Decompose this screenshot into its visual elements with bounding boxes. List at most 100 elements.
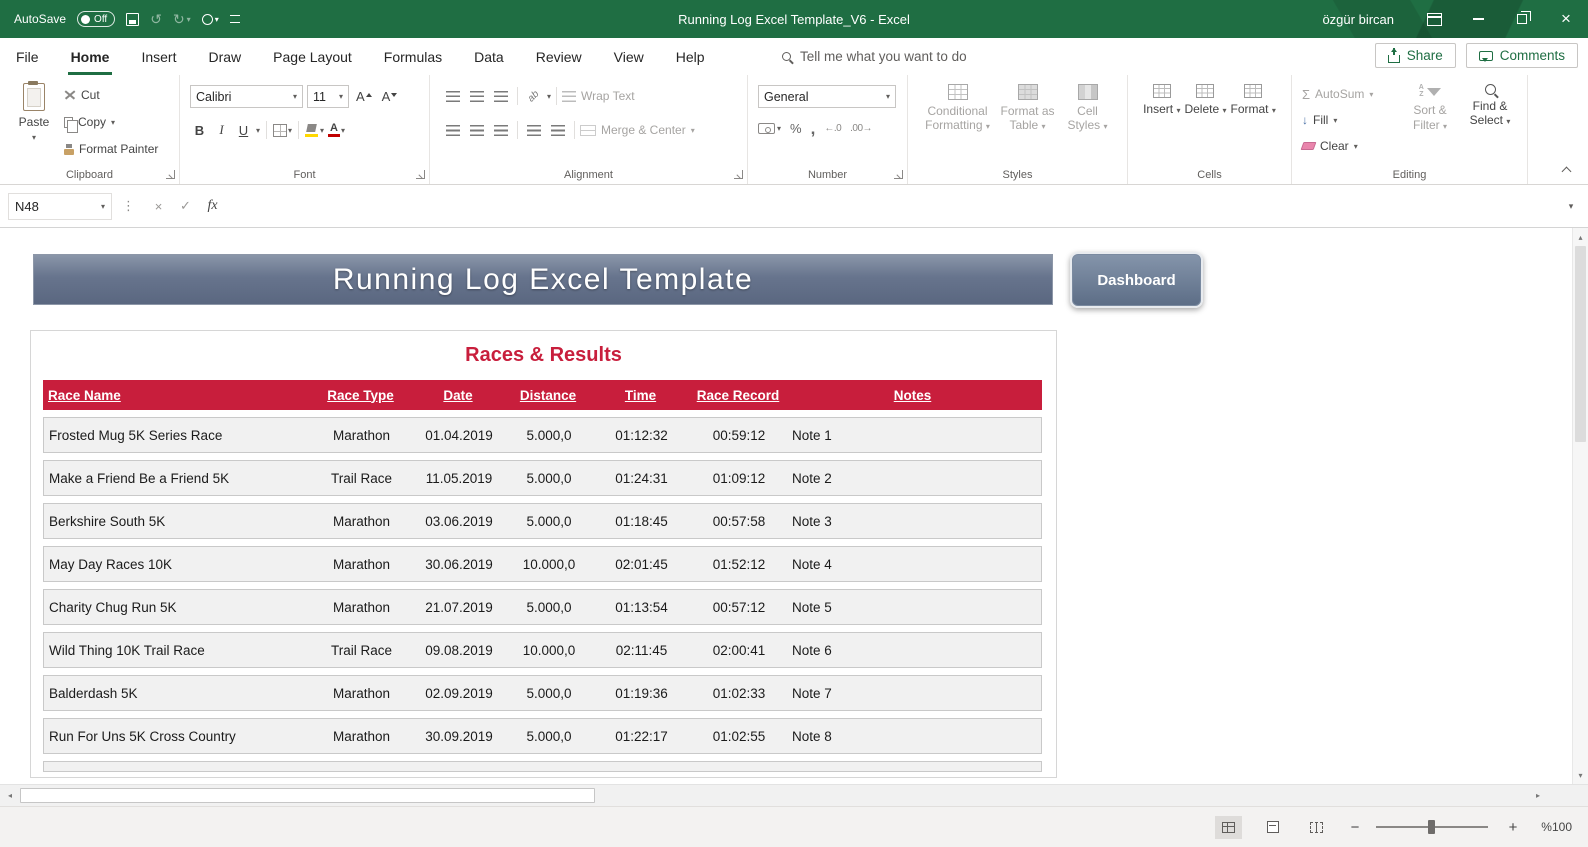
page-layout-view-button[interactable] [1259, 816, 1286, 839]
table-row[interactable]: Run For Uns 5K Cross Country Marathon 30… [43, 718, 1042, 754]
underline-button[interactable]: U [234, 119, 253, 141]
horizontal-scrollbar[interactable]: ◂ ▸ [0, 784, 1588, 806]
date-cell[interactable]: 30.09.2019 [409, 729, 509, 744]
align-bottom-button[interactable] [490, 85, 512, 107]
worksheet[interactable]: Running Log Excel Template Dashboard Rac… [0, 228, 1572, 784]
time-cell[interactable]: 02:01:45 [589, 557, 694, 572]
merge-center-button[interactable]: Merge & Center ▾ [580, 120, 695, 140]
distance-cell[interactable]: 5.000,0 [509, 471, 589, 486]
race-name-cell[interactable]: Make a Friend Be a Friend 5K [44, 471, 314, 486]
distance-cell[interactable]: 5.000,0 [509, 428, 589, 443]
sort-filter-button[interactable]: AZ Sort & Filter ▾ [1404, 84, 1456, 132]
race-name-cell[interactable]: Frosted Mug 5K Series Race [44, 428, 314, 443]
minimize-button[interactable] [1456, 0, 1500, 38]
comma-style-button[interactable]: , [811, 120, 816, 137]
insert-function-button[interactable]: fx [199, 193, 226, 220]
race-record-cell[interactable]: 01:52:12 [694, 557, 784, 572]
increase-indent-button[interactable] [547, 119, 569, 141]
time-cell[interactable]: 01:12:32 [589, 428, 694, 443]
format-painter-button[interactable]: Format Painter [64, 139, 158, 159]
enter-button[interactable]: ✓ [172, 193, 199, 220]
font-dialog-launcher-icon[interactable] [416, 170, 425, 179]
race-record-cell[interactable]: 02:00:41 [694, 643, 784, 658]
accounting-format-button[interactable]: ▾ [758, 123, 781, 134]
table-row[interactable]: Frosted Mug 5K Series Race Marathon 01.0… [43, 417, 1042, 453]
conditional-formatting-button[interactable]: Conditional Formatting ▾ [925, 84, 991, 133]
table-row[interactable]: Wild Thing 10K Trail Race Trail Race 09.… [43, 632, 1042, 668]
autosave-toggle[interactable]: Off [77, 11, 116, 27]
align-right-button[interactable] [490, 119, 512, 141]
tab-formulas[interactable]: Formulas [368, 38, 458, 75]
race-type-cell[interactable]: Trail Race [314, 643, 409, 658]
cell-styles-button[interactable]: Cell Styles ▾ [1065, 84, 1111, 133]
format-cells-button[interactable]: Format ▾ [1231, 84, 1276, 116]
notes-cell[interactable]: Note 4 [784, 557, 1038, 572]
increase-font-size-button[interactable]: A [353, 89, 375, 104]
increase-decimal-button[interactable]: ←.0 [824, 123, 841, 134]
dashboard-button[interactable]: Dashboard [1070, 252, 1203, 308]
name-box[interactable]: N48 ▾ [8, 192, 112, 220]
notes-cell[interactable]: Note 5 [784, 600, 1038, 615]
tab-data[interactable]: Data [458, 38, 520, 75]
tab-page-layout[interactable]: Page Layout [257, 38, 368, 75]
cancel-button[interactable]: × [145, 193, 172, 220]
distance-cell[interactable]: 5.000,0 [509, 686, 589, 701]
autosum-button[interactable]: Σ AutoSum ▾ [1302, 84, 1373, 104]
notes-cell[interactable]: Note 7 [784, 686, 1038, 701]
table-row[interactable]: Make a Friend Be a Friend 5K Trail Race … [43, 460, 1042, 496]
race-type-cell[interactable]: Marathon [314, 428, 409, 443]
tab-view[interactable]: View [598, 38, 660, 75]
fill-button[interactable]: ↓ Fill ▾ [1302, 110, 1373, 130]
find-select-button[interactable]: Find & Select ▾ [1462, 84, 1518, 128]
race-name-cell[interactable]: Run For Uns 5K Cross Country [44, 729, 314, 744]
alignment-dialog-launcher-icon[interactable] [734, 170, 743, 179]
orientation-button[interactable]: ab [523, 85, 545, 107]
tell-me-box[interactable]: Tell me what you want to do [782, 38, 967, 75]
align-left-button[interactable] [442, 119, 464, 141]
time-cell[interactable]: 01:18:45 [589, 514, 694, 529]
date-cell[interactable]: 01.04.2019 [409, 428, 509, 443]
race-name-cell[interactable]: May Day Races 10K [44, 557, 314, 572]
table-row[interactable]: May Day Races 10K Marathon 30.06.2019 10… [43, 546, 1042, 582]
tab-home[interactable]: Home [55, 38, 126, 75]
redo-button[interactable]: ↻ ▾ [173, 11, 191, 28]
page-break-view-button[interactable] [1303, 816, 1330, 839]
distance-cell[interactable]: 5.000,0 [509, 514, 589, 529]
italic-button[interactable]: I [212, 119, 231, 141]
zoom-slider-thumb[interactable] [1428, 820, 1435, 834]
save-button[interactable] [126, 12, 140, 26]
distance-cell[interactable]: 10.000,0 [509, 643, 589, 658]
notes-cell[interactable]: Note 3 [784, 514, 1038, 529]
vertical-scrollbar-thumb[interactable] [1575, 246, 1586, 442]
race-record-cell[interactable]: 01:02:55 [694, 729, 784, 744]
formula-bar-expand-icon[interactable]: ▾ [1558, 201, 1584, 212]
paste-button[interactable]: Paste ▾ [10, 81, 58, 142]
borders-button[interactable]: ▾ [273, 119, 292, 141]
insert-cells-button[interactable]: Insert ▾ [1143, 84, 1180, 116]
table-row[interactable]: Berkshire South 5K Marathon 03.06.2019 5… [43, 503, 1042, 539]
notes-cell[interactable]: Note 1 [784, 428, 1038, 443]
decrease-decimal-button[interactable]: .00→ [850, 123, 872, 134]
race-type-cell[interactable]: Trail Race [314, 471, 409, 486]
race-type-cell[interactable]: Marathon [314, 557, 409, 572]
time-cell[interactable]: 01:13:54 [589, 600, 694, 615]
notes-cell[interactable]: Note 2 [784, 471, 1038, 486]
race-name-cell[interactable]: Berkshire South 5K [44, 514, 314, 529]
race-name-cell[interactable]: Wild Thing 10K Trail Race [44, 643, 314, 658]
race-type-cell[interactable]: Marathon [314, 514, 409, 529]
race-type-cell[interactable]: Marathon [314, 600, 409, 615]
zoom-slider[interactable] [1376, 820, 1488, 834]
scroll-right-icon[interactable]: ▸ [1530, 785, 1546, 806]
date-cell[interactable]: 21.07.2019 [409, 600, 509, 615]
scroll-left-icon[interactable]: ◂ [2, 785, 18, 806]
date-cell[interactable]: 02.09.2019 [409, 686, 509, 701]
restore-button[interactable] [1500, 0, 1544, 38]
race-record-cell[interactable]: 01:02:33 [694, 686, 784, 701]
undo-button[interactable]: ↺ [150, 11, 162, 28]
collapse-ribbon-icon[interactable] [1562, 165, 1572, 175]
font-color-button[interactable]: A ▾ [327, 119, 346, 141]
notes-cell[interactable]: Note 6 [784, 643, 1038, 658]
distance-cell[interactable]: 10.000,0 [509, 557, 589, 572]
tab-draw[interactable]: Draw [192, 38, 257, 75]
distance-cell[interactable]: 5.000,0 [509, 600, 589, 615]
